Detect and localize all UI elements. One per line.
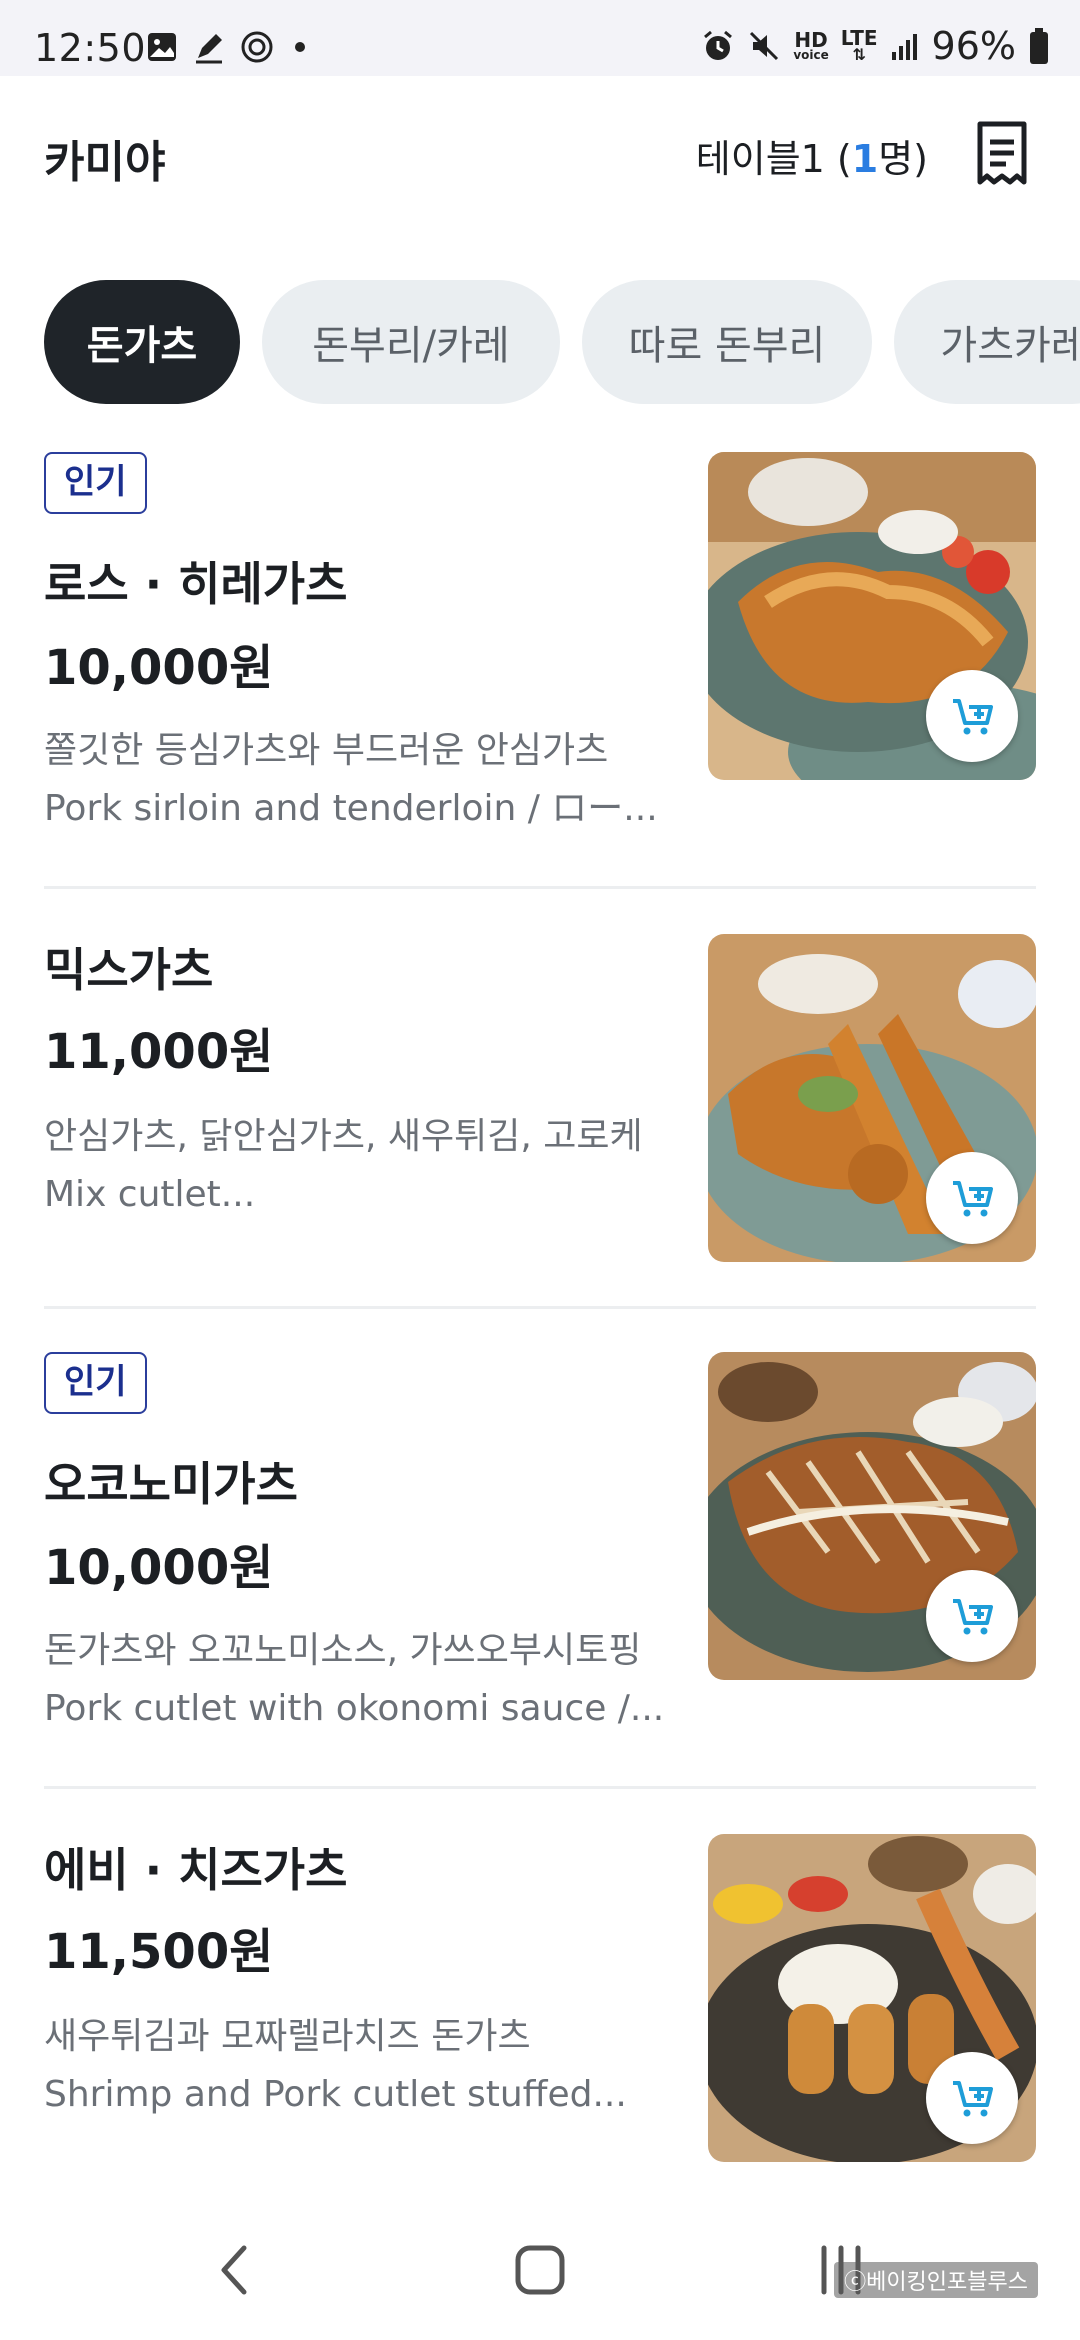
order-history-button[interactable] — [974, 120, 1030, 186]
item-photo[interactable] — [708, 1834, 1036, 2162]
item-desc-en: Shrimp and Pork cutlet stuffed... — [44, 2074, 627, 2115]
item-photo[interactable] — [708, 452, 1036, 780]
item-desc-en: Pork sirloin and tenderloin / ロー... — [44, 788, 658, 829]
popular-badge: 인기 — [44, 1352, 147, 1414]
category-tabs: 돈가츠 돈부리/카레 따로 돈부리 가츠카레 — [44, 280, 1080, 406]
cart-plus-icon — [953, 1599, 993, 1635]
menu-item[interactable]: 인기 로스 · 히레가츠 10,000원 쫄깃한 등심가츠와 부드러운 안심가츠… — [44, 452, 1036, 842]
table-count: 1 — [851, 137, 879, 181]
tab-separate-donburi[interactable]: 따로 돈부리 — [582, 280, 872, 404]
app-icon — [241, 31, 273, 63]
item-name: 에비 · 치즈가츠 — [44, 1843, 348, 1897]
add-to-cart-button[interactable] — [926, 1152, 1018, 1244]
item-price: 11,000원 — [44, 1024, 274, 1080]
app-header: 카미야 테이블1 (1명) — [0, 76, 1080, 226]
status-time: 12:50 — [34, 26, 147, 70]
add-to-cart-button[interactable] — [926, 1570, 1018, 1662]
item-description: 새우튀김과 모짜렐라치즈 돈가츠 Shrimp and Pork cutlet … — [44, 2008, 684, 2124]
divider — [44, 886, 1036, 889]
battery-icon — [1030, 28, 1048, 64]
lte-icon: LTE ⇅ — [840, 26, 878, 64]
pen-icon — [196, 34, 222, 64]
item-description: 돈가츠와 오꼬노미소스, 가쓰오부시토핑 Pork cutlet with ok… — [44, 1622, 684, 1738]
alarm-icon — [704, 30, 733, 60]
divider — [44, 1786, 1036, 1789]
status-left-icons — [146, 30, 312, 64]
item-name: 믹스가츠 — [44, 943, 214, 997]
item-price: 10,000원 — [44, 640, 274, 696]
item-description: 안심가츠, 닭안심가츠, 새우튀김, 고로케 Mix cutlet... — [44, 1108, 684, 1224]
add-to-cart-button[interactable] — [926, 670, 1018, 762]
item-name: 로스 · 히레가츠 — [44, 557, 348, 611]
add-to-cart-button[interactable] — [926, 2052, 1018, 2144]
item-desc-ko: 돈가츠와 오꼬노미소스, 가쓰오부시토핑 — [44, 1630, 642, 1671]
item-desc-ko: 안심가츠, 닭안심가츠, 새우튀김, 고로케 — [44, 1116, 643, 1157]
voice-label: voice — [793, 48, 829, 62]
item-desc-ko: 새우튀김과 모짜렐라치즈 돈가츠 — [44, 2016, 531, 2057]
table-suffix: 명) — [878, 137, 928, 181]
hd-voice-icon: HD voice — [793, 28, 829, 62]
signal-icon — [891, 34, 917, 60]
item-description: 쫄깃한 등심가츠와 부드러운 안심가츠 Pork sirloin and ten… — [44, 722, 684, 838]
status-right-icons: HD voice LTE ⇅ 96% — [701, 24, 1050, 68]
item-price: 11,500원 — [44, 1924, 274, 1980]
tab-donkatsu[interactable]: 돈가츠 — [44, 280, 240, 404]
item-photo[interactable] — [708, 1352, 1036, 1680]
watermark: ⓒ베이킹인포블루스 — [834, 2262, 1038, 2298]
back-icon — [221, 2245, 247, 2295]
back-button[interactable] — [210, 2240, 260, 2304]
cart-plus-icon — [953, 1181, 993, 1217]
item-name: 오코노미가츠 — [44, 1457, 298, 1511]
store-name: 카미야 — [44, 137, 166, 188]
item-desc-en: Pork cutlet with okonomi sauce /... — [44, 1688, 665, 1729]
popular-badge: 인기 — [44, 452, 147, 514]
menu-item[interactable]: 믹스가츠 11,000원 안심가츠, 닭안심가츠, 새우튀김, 고로케 Mix … — [44, 934, 1036, 1264]
hd-label: HD — [794, 28, 828, 52]
gallery-icon — [148, 33, 176, 61]
home-icon — [515, 2245, 565, 2295]
table-prefix: 테이블1 ( — [695, 137, 852, 181]
table-info: 테이블1 (1명) — [696, 128, 928, 183]
cart-plus-icon — [953, 2081, 993, 2117]
item-desc-ko: 쫄깃한 등심가츠와 부드러운 안심가츠 — [44, 730, 609, 771]
battery-text: 96% — [931, 24, 1016, 68]
divider — [44, 1306, 1036, 1309]
item-price: 10,000원 — [44, 1540, 274, 1596]
tab-donburi-curry[interactable]: 돈부리/카레 — [262, 280, 560, 404]
item-desc-en: Mix cutlet... — [44, 1174, 256, 1215]
menu-item[interactable]: 에비 · 치즈가츠 11,500원 새우튀김과 모짜렐라치즈 돈가츠 Shrim… — [44, 1834, 1036, 2164]
menu-item[interactable]: 인기 오코노미가츠 10,000원 돈가츠와 오꼬노미소스, 가쓰오부시토핑 P… — [44, 1352, 1036, 1742]
item-photo[interactable] — [708, 934, 1036, 1262]
mute-icon — [750, 31, 779, 61]
tab-katsu-curry[interactable]: 가츠카레 — [894, 280, 1080, 404]
dot-icon — [295, 42, 305, 52]
home-button[interactable] — [512, 2240, 568, 2304]
receipt-icon — [977, 121, 1027, 185]
status-bar: 12:50 HD voice LTE ⇅ 96% — [0, 0, 1080, 76]
cart-plus-icon — [953, 699, 993, 735]
